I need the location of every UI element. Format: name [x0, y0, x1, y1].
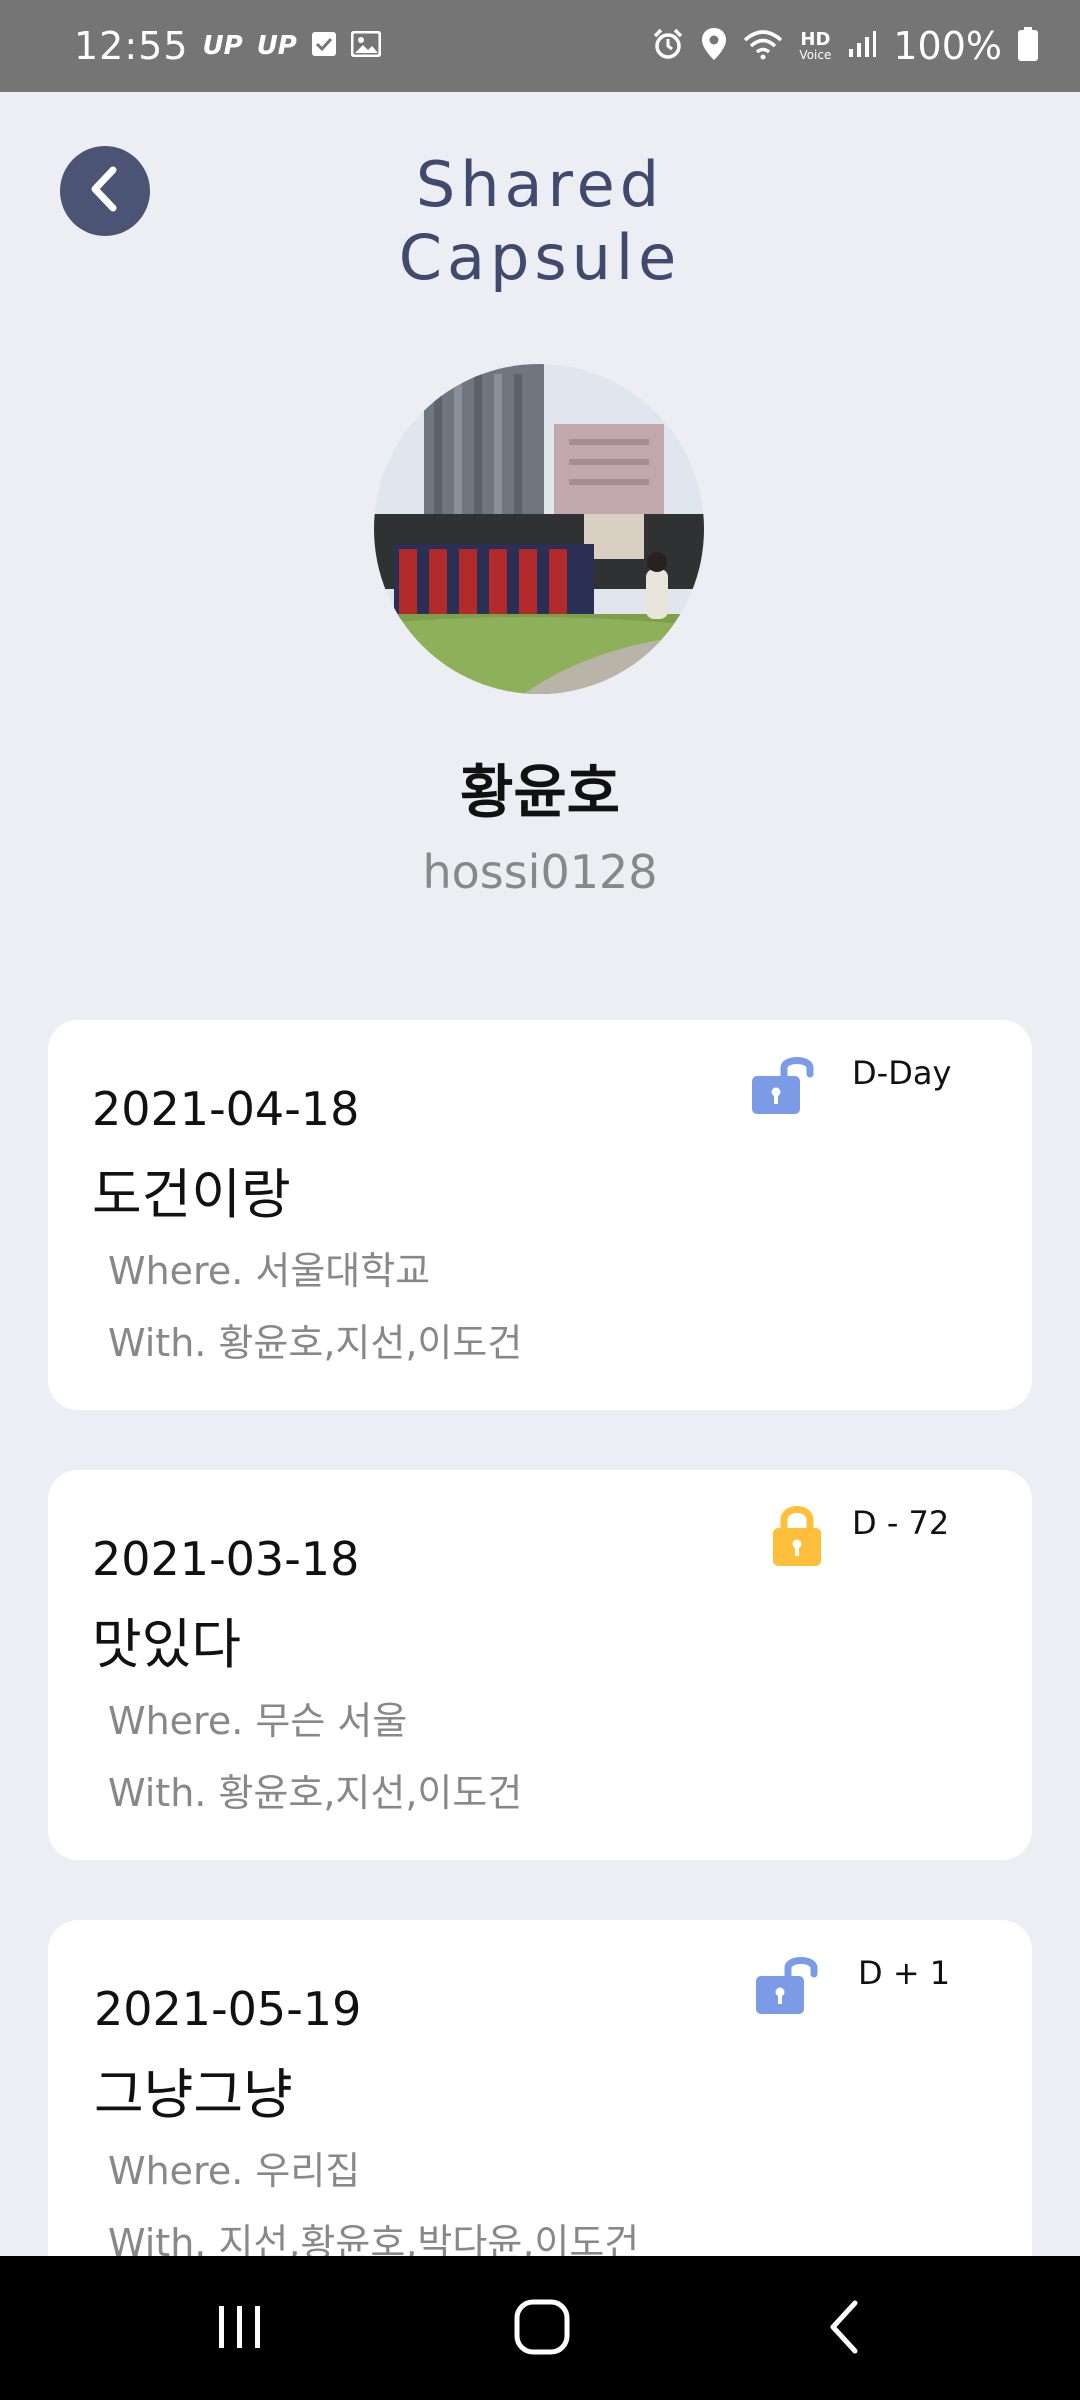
- checkbox-notification-icon: [311, 31, 337, 61]
- capsule-title: 도건이랑: [92, 1163, 291, 1226]
- capsule-date: 2021-05-19: [94, 1982, 362, 2036]
- home-button[interactable]: [497, 2284, 587, 2374]
- recent-apps-icon: [215, 2302, 265, 2356]
- unlocked-padlock-icon: [748, 1050, 818, 1120]
- capsule-card[interactable]: D-Day 2021-04-18 도건이랑 Where. 서울대학교 With.…: [48, 1020, 1032, 1410]
- avatar: [374, 364, 704, 694]
- navigation-bar: [0, 2256, 1080, 2400]
- avatar-photo: [374, 364, 704, 694]
- dday-label: D-Day: [852, 1054, 952, 1092]
- capsule-title: 맛있다: [92, 1613, 242, 1676]
- dday-label: D - 72: [852, 1504, 950, 1542]
- capsule-where: Where. 무슨 서울: [108, 1699, 408, 1743]
- battery-percent: 100%: [893, 24, 1002, 68]
- status-right: HD Voice 100%: [651, 0, 1038, 92]
- status-bar: 12:55 UP UP HD Voice 100%: [0, 0, 1080, 92]
- capsule-date: 2021-03-18: [92, 1532, 360, 1586]
- wifi-icon: [743, 28, 783, 64]
- screen: 12:55 UP UP HD Voice 100% Shared Capsule…: [0, 0, 1080, 2400]
- capsule-card[interactable]: D + 1 2021-05-19 그냥그냥 Where. 우리집 With. 지…: [48, 1920, 1032, 2310]
- up-notification-icon: UP: [202, 31, 243, 61]
- capsule-with: With. 황윤호,지선,이도건: [108, 1771, 523, 1815]
- hd-voice-icon: HD Voice: [799, 29, 832, 62]
- back-button[interactable]: [60, 146, 150, 236]
- chevron-left-icon: [85, 164, 125, 218]
- system-back-button[interactable]: [800, 2284, 890, 2374]
- capsule-where: Where. 서울대학교: [108, 1249, 431, 1293]
- gallery-notification-icon: [350, 30, 382, 61]
- signal-icon: [847, 29, 877, 63]
- status-left: 12:55 UP UP: [74, 0, 382, 92]
- dday-label: D + 1: [858, 1954, 951, 1992]
- back-arrow-icon: [825, 2299, 865, 2359]
- up-notification-icon: UP: [256, 31, 297, 61]
- recent-apps-button[interactable]: [195, 2284, 285, 2374]
- battery-icon: [1018, 27, 1038, 65]
- alarm-icon: [651, 27, 685, 65]
- page-title: Shared Capsule: [398, 148, 682, 294]
- location-icon: [701, 27, 727, 65]
- voice-label: Voice: [799, 48, 832, 62]
- hd-label: HD: [800, 29, 831, 50]
- capsule-where: Where. 우리집: [108, 2149, 361, 2193]
- status-time: 12:55: [74, 24, 189, 68]
- capsule-with: With. 황윤호,지선,이도건: [108, 1321, 523, 1365]
- profile-user-id: hossi0128: [422, 845, 658, 899]
- profile-name: 황윤호: [459, 758, 621, 826]
- capsule-title: 그냥그냥: [94, 2063, 293, 2126]
- capsule-card[interactable]: D - 72 2021-03-18 맛있다 Where. 무슨 서울 With.…: [48, 1470, 1032, 1860]
- capsule-date: 2021-04-18: [92, 1082, 360, 1136]
- home-icon: [512, 2297, 572, 2361]
- locked-padlock-icon: [764, 1500, 834, 1570]
- unlocked-padlock-icon: [752, 1950, 822, 2020]
